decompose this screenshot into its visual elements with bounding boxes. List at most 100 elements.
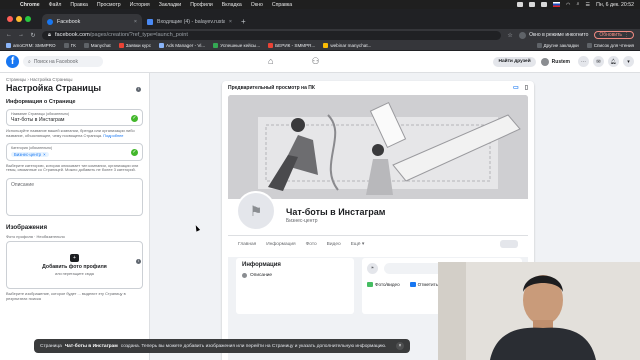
url-domain: facebook.com (54, 32, 90, 38)
bookmark-other[interactable]: Другие закладки (536, 43, 579, 48)
menu-grid-icon[interactable]: ⋯ (578, 56, 589, 67)
update-button[interactable]: Обновить ⋮ (594, 31, 634, 39)
input-source-flag-icon[interactable] (553, 2, 561, 7)
bookmark-label: Заявки курс (125, 43, 151, 48)
tab-facebook[interactable]: Facebook × (42, 14, 142, 29)
bookmark-berik[interactable]: БЕРИК - SMMPR... (268, 43, 315, 48)
preview-tab-photos: Фото (305, 241, 317, 247)
control-center-icon[interactable]: ☰ (585, 2, 590, 8)
images-heading: Изображения (6, 224, 48, 232)
profile-name: Rustem (551, 58, 570, 65)
menu-window[interactable]: Окно (251, 2, 263, 8)
messenger-icon[interactable]: ✉ (593, 56, 604, 67)
reading-list-icon (586, 43, 592, 48)
incognito-indicator[interactable]: Окно в режиме инкогнито (519, 31, 588, 39)
search-placeholder: Поиск на Facebook (33, 58, 78, 65)
add-photo-sublabel: или перетащите сюда (55, 272, 94, 277)
star-icon[interactable]: ☆ (507, 32, 513, 39)
bookmark-ads-manager[interactable]: Ads Manager - Vi... (159, 43, 205, 48)
reload-icon[interactable]: ↻ (30, 32, 36, 39)
facebook-search-input[interactable]: ⌕ Поиск на Facebook (23, 56, 103, 67)
search-icon[interactable]: ⌕ (577, 1, 580, 8)
menu-bookmarks[interactable]: Закладки (159, 2, 181, 8)
folder-icon (63, 43, 69, 48)
bookmark-manychat[interactable]: Manychat (83, 43, 111, 48)
forward-icon[interactable]: → (18, 32, 24, 38)
facebook-logo-icon[interactable]: f (6, 55, 19, 68)
menu-help[interactable]: Справка (272, 2, 292, 8)
menu-profiles[interactable]: Профили (190, 2, 213, 8)
tab-label: Входящие (4) - balayev.rustam... (157, 18, 225, 25)
account-chevron-icon[interactable]: ▾ (623, 56, 634, 67)
bookmark-cases[interactable]: Успешные кейсы... (213, 43, 260, 48)
page-name-value: Чат-боты в Инстаграм (11, 117, 65, 123)
mobile-icon[interactable]: ▯ (525, 84, 528, 91)
category-field[interactable]: Категория (обязательно) Бизнес-центр × ✓ (6, 142, 143, 161)
menu-history[interactable]: История (130, 2, 150, 8)
menu-tab[interactable]: Вкладка (222, 2, 242, 8)
preview-photo-video: Фото/видео (367, 282, 400, 288)
bookmark-label: БЕРИК - SMMPR... (275, 43, 316, 48)
breadcrumb[interactable]: Страницы › Настройка Страницы (6, 77, 143, 82)
desktop-icon[interactable]: ▭ (513, 84, 519, 91)
page-setup-panel: Страницы › Настройка Страницы Настройка … (0, 73, 150, 360)
bookmark-reading-list[interactable]: Список для чтения (586, 43, 634, 48)
folder-icon (536, 43, 542, 48)
description-textarea[interactable]: Описание (6, 178, 143, 217)
tab-label: Facebook (57, 18, 81, 25)
find-friends-button[interactable]: Найти друзей (493, 56, 536, 67)
page-name-field[interactable]: Название Страницы (обязательно) Чат-боты… (6, 109, 143, 126)
bookmark-favicon-icon (6, 43, 11, 48)
cover-illustration (228, 95, 528, 199)
preview-info-description: Описание (250, 273, 273, 278)
close-tab-icon[interactable]: × (229, 19, 232, 25)
new-tab-icon[interactable]: + (241, 17, 246, 26)
address-bar[interactable]: 🔒︎ facebook.com/pages/creation/?ref_type… (42, 30, 502, 40)
minimize-window-icon[interactable] (16, 16, 22, 22)
info-icon[interactable]: i (136, 259, 141, 264)
profile-button[interactable]: Rustem (540, 57, 574, 67)
category-chip-label: Бизнес-центр (14, 151, 42, 157)
clock[interactable]: Пн, 6 дек. 20:52 (596, 2, 634, 8)
status-app-icon[interactable] (517, 2, 524, 7)
preview-info-card: Информация Описание (236, 258, 354, 314)
bookmark-label: Успешные кейсы... (220, 43, 261, 48)
wifi-icon[interactable]: ◠ (566, 2, 571, 8)
category-help: Выберите категорию, которая описывает ти… (6, 162, 139, 173)
preview-heading: Предварительный просмотр на ПК (228, 84, 315, 91)
notifications-icon[interactable]: 🔔︎ (608, 56, 619, 67)
learn-more-link[interactable]: Подробнее (103, 133, 123, 138)
toast-prefix: Страница (40, 343, 62, 349)
tab-inbox[interactable]: Входящие (4) - balayev.rustam... × (142, 14, 237, 29)
bookmark-label: ГК (70, 43, 76, 48)
browser-tab-bar: Facebook × Входящие (4) - balayev.rustam… (0, 9, 640, 29)
maximize-window-icon[interactable] (25, 16, 31, 22)
home-icon[interactable]: ⌂ (268, 56, 273, 67)
menu-view[interactable]: Просмотр (97, 2, 121, 8)
mail-favicon-icon (147, 18, 153, 25)
page-name-help: Используйте название вашей компании, бре… (6, 128, 143, 139)
bookmark-label: Manychat (90, 43, 111, 48)
bookmark-amocrm[interactable]: amoCRM: SMMPRO (6, 43, 56, 48)
bookmark-webinar[interactable]: webinar manychat... (323, 43, 371, 48)
close-toast-icon[interactable]: × (396, 342, 404, 350)
menu-file[interactable]: Файл (49, 2, 62, 8)
add-profile-photo-dropzone[interactable]: + Добавить фото профиля или перетащите с… (6, 241, 143, 290)
folder-icon (83, 43, 89, 48)
flag-icon: ⚑ (249, 202, 263, 219)
menu-app[interactable]: Chrome (20, 2, 40, 8)
menu-edit[interactable]: Правка (70, 2, 88, 8)
bookmark-gk[interactable]: ГК (63, 43, 76, 48)
back-icon[interactable]: ← (6, 32, 12, 38)
add-photo-label: Добавить фото профиля (42, 264, 107, 271)
toast-message: создана. Теперь вы можете добавить изобр… (120, 343, 387, 349)
remove-chip-icon[interactable]: × (43, 152, 46, 157)
bookmark-zayavki[interactable]: Заявки курс (118, 43, 151, 48)
close-tab-icon[interactable]: × (134, 19, 137, 25)
status-app-icon[interactable] (529, 2, 536, 7)
close-window-icon[interactable] (7, 16, 13, 22)
status-app-icon[interactable] (541, 2, 548, 7)
friends-icon[interactable]: ⚇ (311, 56, 319, 67)
category-chip[interactable]: Бизнес-центр × (11, 151, 49, 157)
info-icon[interactable]: i (136, 87, 141, 92)
